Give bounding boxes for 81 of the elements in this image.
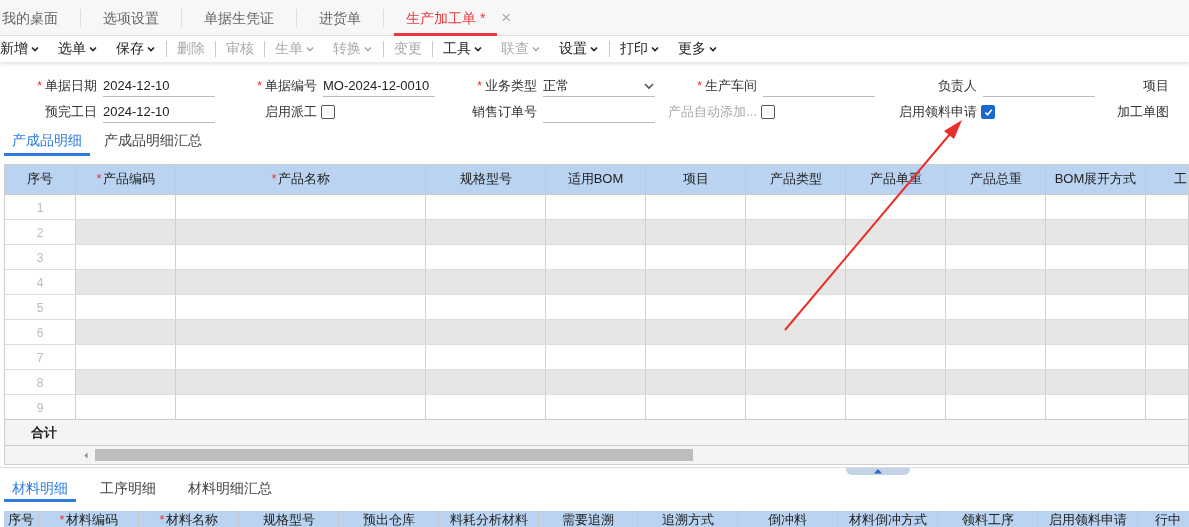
column-header: 产品总重 (946, 165, 1046, 194)
section-tab[interactable]: 产成品明细汇总 (96, 128, 210, 156)
document-tab[interactable]: 选项设置 (91, 0, 171, 36)
section-tab[interactable]: 材料明细 (4, 478, 76, 502)
field-label: 加工单图 (1116, 103, 1169, 121)
column-header: BOM展开方式 (1046, 165, 1146, 194)
field-label: 项目 (1142, 77, 1169, 95)
toolbar-button[interactable]: 选单 (58, 38, 106, 60)
toolbar-button[interactable]: 设置 (559, 38, 607, 60)
field-label: * 单据编号 (255, 77, 317, 95)
chevron-down-icon (30, 44, 40, 54)
column-header: *材料编码 (39, 511, 139, 527)
chevron-down-icon (88, 44, 98, 54)
chevron-down-icon (708, 44, 718, 54)
chevron-down-icon (473, 44, 483, 54)
document-tab[interactable]: 生产加工单 * (394, 2, 498, 36)
toolbar-button[interactable]: 保存 (116, 38, 164, 60)
chevron-down-icon (363, 44, 373, 54)
column-header: 行中 (1138, 511, 1189, 527)
column-header: 序号 (5, 165, 76, 194)
row-number: 3 (36, 251, 44, 265)
column-header: 产品类型 (746, 165, 846, 194)
chevron-down-icon (589, 44, 599, 54)
column-header: 料耗分析材料 (439, 511, 539, 527)
input-field[interactable]: MO-2024-12-0010 (323, 75, 435, 97)
column-header: 项目 (646, 165, 746, 194)
row-number: 4 (36, 276, 44, 290)
field-label: 预完工日 (44, 103, 97, 121)
section-tab[interactable]: 产成品明细 (4, 128, 90, 156)
field-label: 销售订单号 (471, 103, 537, 121)
checkbox[interactable] (981, 105, 995, 119)
column-header: 预出仓库 (339, 511, 439, 527)
column-header: *产品名称 (176, 165, 426, 194)
checkbox[interactable] (321, 105, 335, 119)
scrollbar-thumb[interactable] (95, 449, 693, 461)
toolbar-button[interactable]: 更多 (678, 38, 726, 60)
select-field[interactable]: 正常 (543, 75, 655, 97)
chevron-down-icon (650, 44, 660, 54)
section-tab[interactable]: 材料明细汇总 (180, 478, 280, 502)
document-tab[interactable]: 我的桌面 (0, 0, 70, 36)
row-number: 9 (36, 401, 44, 415)
column-header: 材料倒冲方式 (838, 511, 938, 527)
row-number: 1 (36, 201, 44, 215)
column-header: 倒冲料 (738, 511, 838, 527)
row-number: 8 (36, 376, 44, 390)
input-field[interactable]: 2024-12-10 (103, 101, 215, 123)
field-label: 产品自动添加... (667, 103, 757, 121)
column-header: *材料名称 (139, 511, 239, 527)
toolbar-button[interactable]: 打印 (620, 38, 668, 60)
row-number: 7 (36, 351, 44, 365)
column-header: 追溯方式 (638, 511, 738, 527)
chevron-down-icon (305, 44, 315, 54)
scroll-left-icon[interactable] (83, 450, 89, 460)
input-field[interactable]: 2024-12-10 (103, 75, 215, 97)
document-tab[interactable]: 进货单 (307, 0, 373, 36)
column-header: 序号 (4, 511, 39, 527)
field-label: * 单据日期 (35, 77, 97, 95)
document-tab[interactable]: 单据生凭证 (192, 0, 286, 36)
field-label: * 业务类型 (475, 77, 537, 95)
column-header: 规格型号 (239, 511, 339, 527)
toolbar-button[interactable]: 工具 (443, 38, 491, 60)
collapse-handle[interactable] (846, 468, 910, 475)
column-header: 适用BOM (546, 165, 646, 194)
field-label: 启用领料申请 (898, 103, 977, 121)
total-label: 合计 (31, 423, 57, 442)
column-header: 启用领料申请 (1038, 511, 1138, 527)
column-header: 规格型号 (426, 165, 546, 194)
field-label: * 生产车间 (695, 77, 757, 95)
toolbar-button[interactable]: 新增 (0, 38, 48, 60)
row-number: 2 (36, 226, 44, 240)
chevron-down-icon (531, 44, 541, 54)
chevron-down-icon (146, 44, 156, 54)
section-tab[interactable]: 工序明细 (92, 478, 164, 502)
column-header: *产品编码 (76, 165, 176, 194)
row-number: 5 (36, 301, 44, 315)
field-label: 启用派工 (264, 103, 317, 121)
column-header: 需要追溯 (539, 511, 638, 527)
column-header: 领料工序 (938, 511, 1038, 527)
column-header: 工 (1146, 165, 1189, 194)
row-number: 6 (36, 326, 44, 340)
field-label: 负责人 (937, 77, 977, 95)
